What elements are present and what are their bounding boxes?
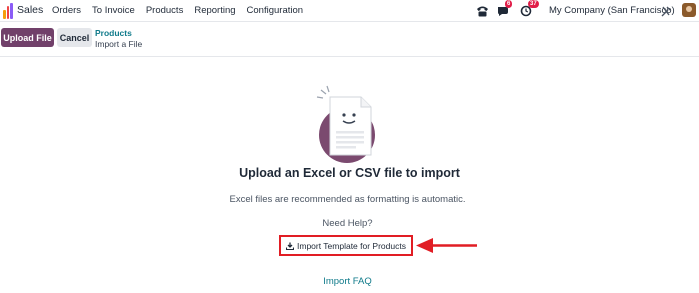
import-faq-link[interactable]: Import FAQ bbox=[0, 276, 695, 287]
import-file-illustration bbox=[316, 85, 375, 163]
breadcrumb-products[interactable]: Products bbox=[95, 28, 132, 38]
messages-icon[interactable]: 6 bbox=[497, 0, 513, 19]
menu-item-reporting[interactable]: Reporting bbox=[194, 5, 235, 16]
upload-file-button[interactable]: Upload File bbox=[1, 28, 54, 47]
cancel-button[interactable]: Cancel bbox=[57, 28, 92, 47]
main-menu: Orders To Invoice Products Reporting Con… bbox=[52, 5, 303, 16]
phone-icon[interactable] bbox=[476, 3, 489, 19]
debug-tools-icon[interactable] bbox=[660, 3, 672, 19]
activity-badge: 37 bbox=[528, 0, 539, 8]
company-switcher[interactable]: My Company (San Francisco) bbox=[549, 5, 675, 16]
import-title: Upload an Excel or CSV file to import bbox=[239, 166, 460, 180]
menu-item-to-invoice[interactable]: To Invoice bbox=[92, 5, 135, 16]
activity-clock-icon[interactable]: 37 bbox=[520, 0, 539, 19]
import-subtitle: Excel files are recommended as formattin… bbox=[229, 194, 466, 205]
sales-app-icon[interactable] bbox=[3, 3, 14, 19]
app-name[interactable]: Sales bbox=[17, 4, 43, 16]
user-avatar[interactable] bbox=[682, 3, 696, 17]
control-panel-divider bbox=[0, 56, 699, 57]
download-icon bbox=[286, 242, 294, 250]
annotation-arrow-icon bbox=[416, 238, 477, 253]
import-template-label: Import Template for Products bbox=[297, 240, 406, 251]
need-help-label: Need Help? bbox=[322, 218, 373, 229]
messages-badge: 6 bbox=[505, 0, 513, 8]
import-template-link[interactable]: Import Template for Products bbox=[279, 235, 413, 256]
breadcrumb-current: Import a File bbox=[95, 39, 143, 49]
menu-item-configuration[interactable]: Configuration bbox=[247, 5, 304, 16]
top-navbar: Sales Orders To Invoice Products Reporti… bbox=[0, 0, 699, 22]
menu-item-orders[interactable]: Orders bbox=[52, 5, 81, 16]
menu-item-products[interactable]: Products bbox=[146, 5, 184, 16]
